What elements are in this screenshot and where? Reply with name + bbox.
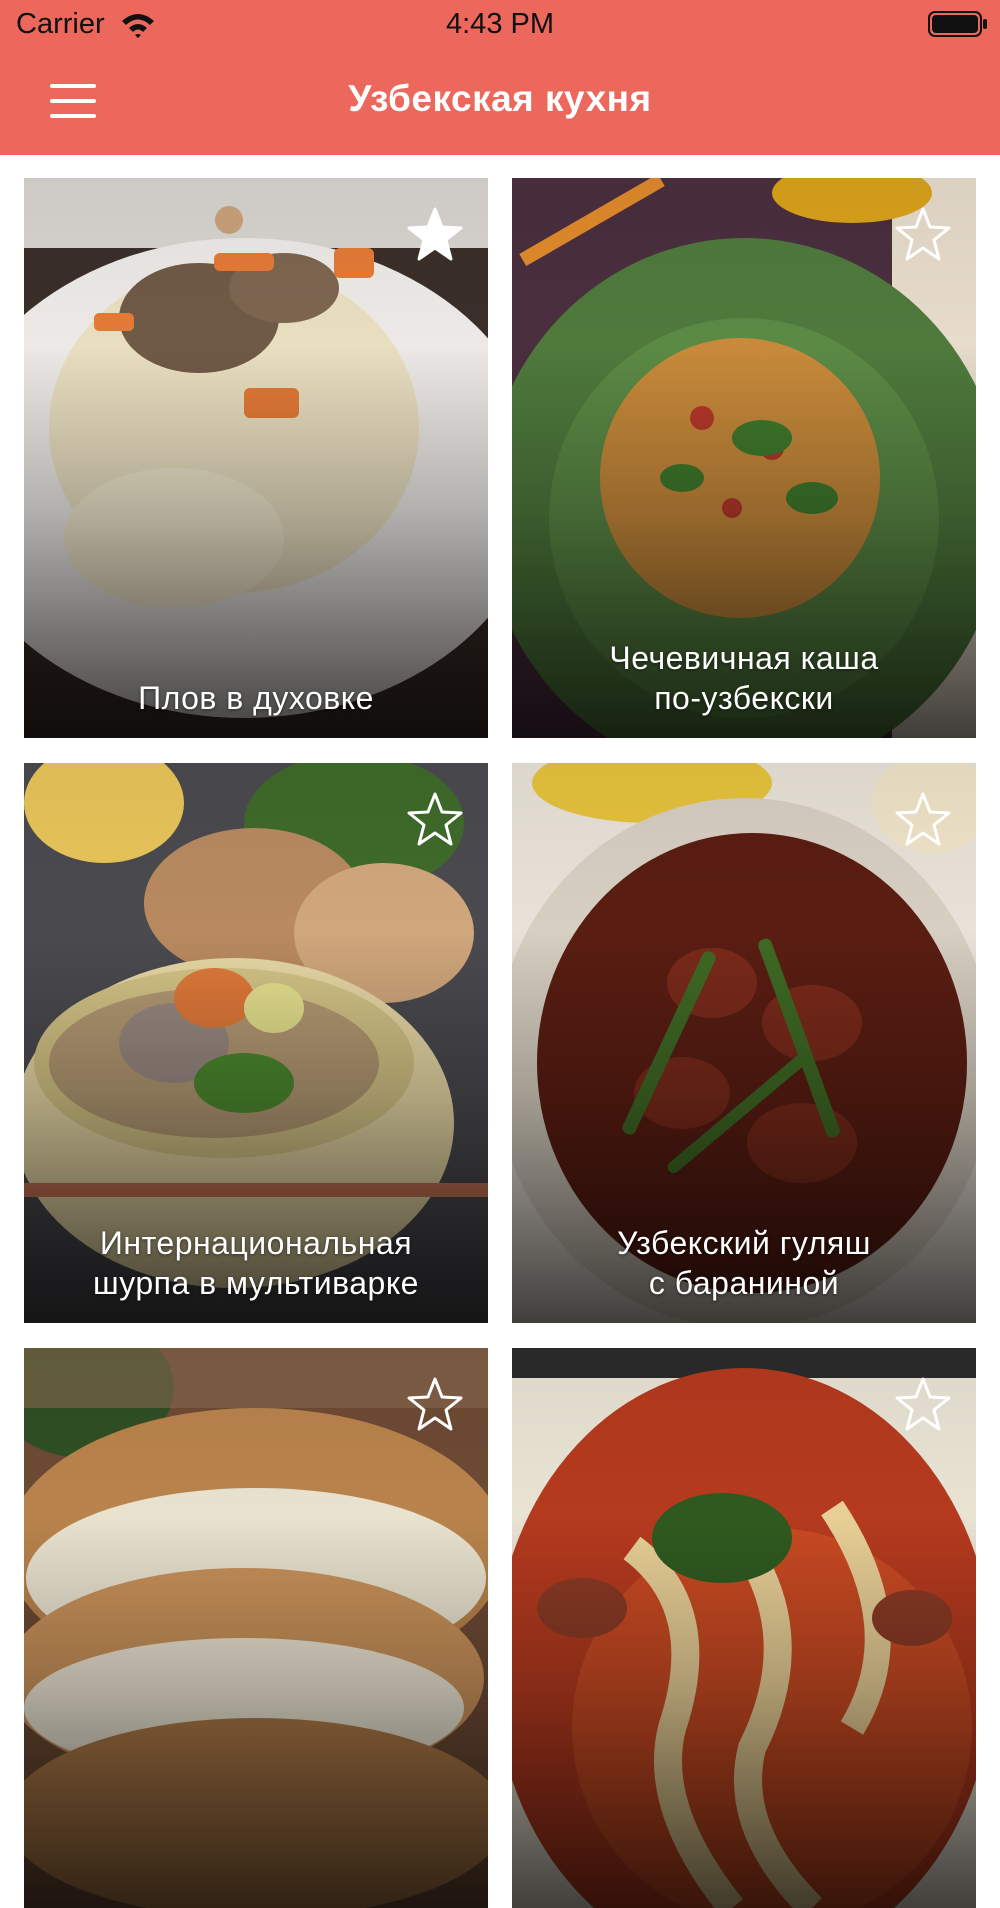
recipe-title: Узбекский гуляш с бараниной [617,1225,871,1301]
status-time: 4:43 PM [446,8,554,40]
favorite-star-icon[interactable] [406,206,464,264]
favorite-star-icon[interactable] [894,791,952,849]
recipe-title: Чечевичная каша по-узбекски [609,640,879,716]
recipe-card[interactable]: Узбекский гуляш с бараниной [512,763,976,1323]
battery-icon [928,11,987,37]
favorite-star-icon[interactable] [406,791,464,849]
navigation-bar: Carrier 4:43 PM Узбекская кухня [0,0,1000,155]
favorite-star-icon[interactable] [894,206,952,264]
recipe-card[interactable]: Плов в духовке [24,178,488,738]
favorite-star-icon[interactable] [406,1376,464,1434]
recipe-card[interactable] [512,1348,976,1908]
recipe-title: Интернациональная шурпа в мультиварке [93,1225,419,1301]
recipe-card[interactable] [24,1348,488,1908]
recipe-title: Плов в духовке [138,680,374,716]
favorite-star-icon[interactable] [894,1376,952,1434]
page-title: Узбекская кухня [348,78,652,119]
recipe-card[interactable]: Чечевичная каша по-узбекски [512,178,976,738]
recipe-card[interactable]: Интернациональная шурпа в мультиварке [24,763,488,1323]
status-bar: Carrier 4:43 PM [0,0,1000,50]
